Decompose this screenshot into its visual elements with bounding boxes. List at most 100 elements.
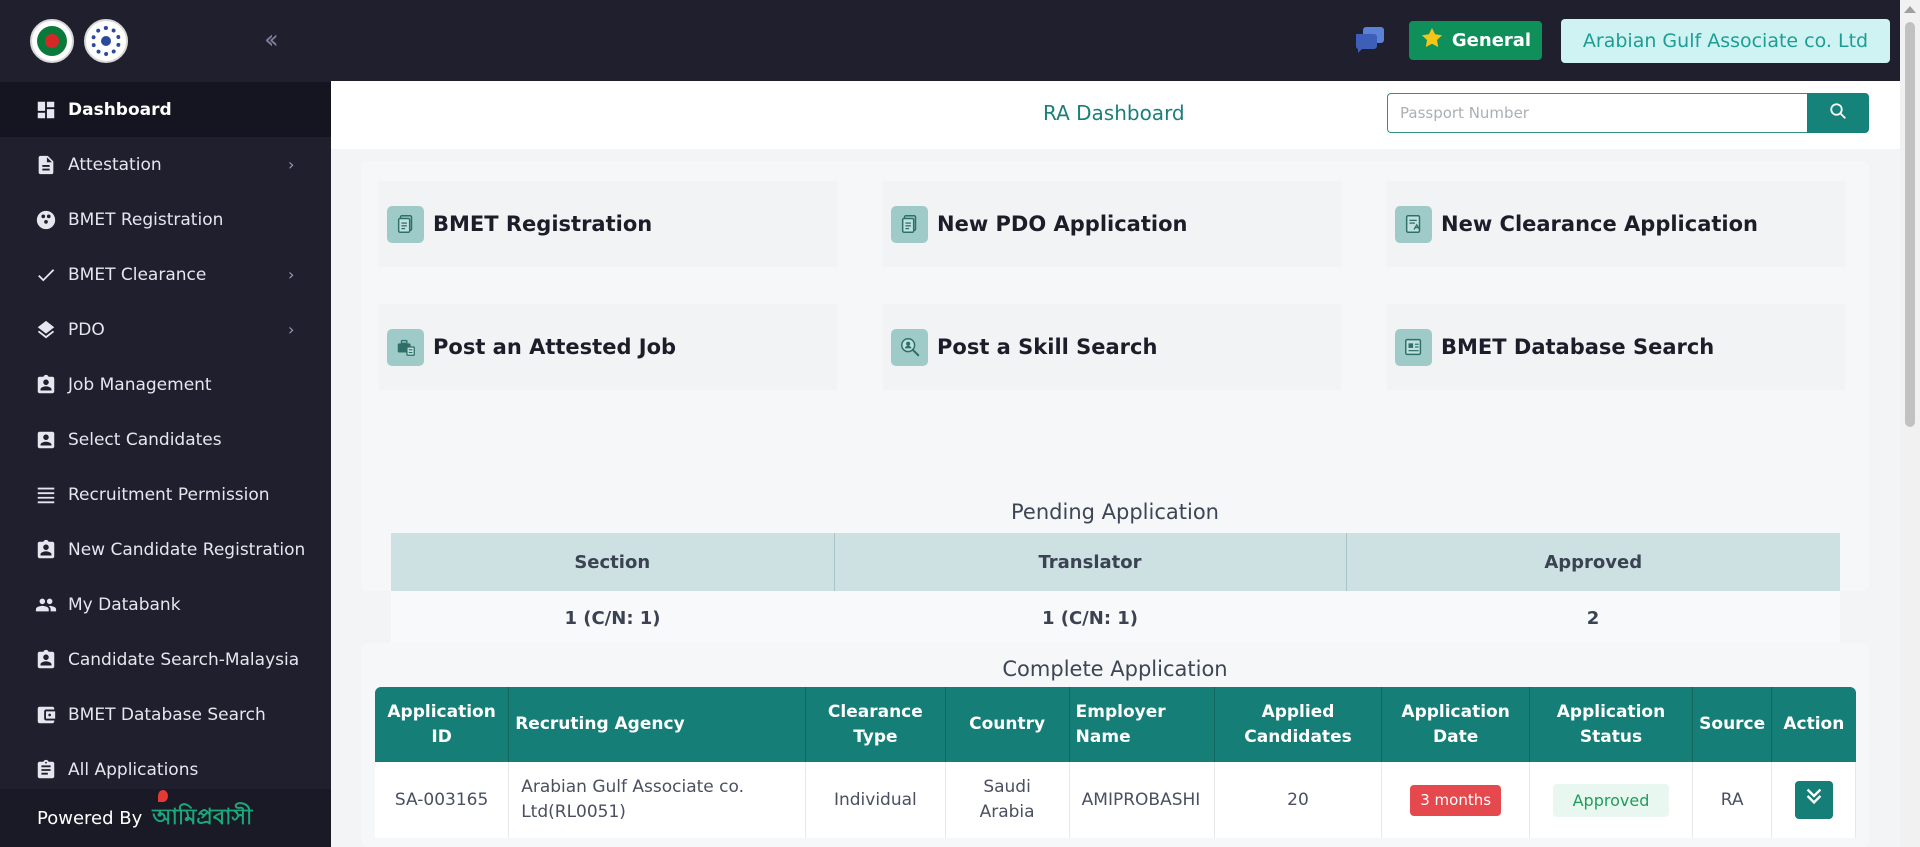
collapse-sidebar-icon[interactable]: ‹‹: [264, 26, 279, 54]
pending-col-translator: Translator: [834, 533, 1347, 591]
magnify-person-icon: [891, 328, 928, 366]
id-badge-icon: [34, 538, 58, 562]
col-application-date: Application Date: [1381, 687, 1530, 762]
sidebar: ‹‹ Dashboard Attestation › BMET Registra…: [0, 0, 331, 847]
cell-action: [1771, 762, 1856, 838]
quick-action-label: New PDO Application: [937, 212, 1188, 236]
col-action: Action: [1771, 687, 1856, 762]
quick-actions-card: BMET Registration New PDO Application Ne…: [361, 161, 1869, 645]
star-icon: [1420, 26, 1444, 55]
application-date-badge: 3 months: [1410, 784, 1502, 816]
wallet-icon: [34, 703, 58, 727]
cell-employer-name: AMIPROBASHI: [1069, 762, 1215, 838]
quick-action-new-pdo-application[interactable]: New PDO Application: [883, 181, 1341, 267]
cell-application-status: Approved: [1529, 762, 1694, 838]
search-button[interactable]: [1807, 93, 1869, 133]
document-signature-icon: [1395, 205, 1432, 243]
id-badge-icon: [34, 373, 58, 397]
general-category-badge[interactable]: General: [1409, 21, 1542, 60]
sidebar-item-job-management[interactable]: Job Management: [0, 357, 331, 412]
document-icon: [34, 153, 58, 177]
quick-action-label: Post an Attested Job: [433, 335, 677, 359]
quick-action-bmet-registration[interactable]: BMET Registration: [379, 181, 837, 267]
sidebar-logos: ‹‹: [0, 0, 331, 82]
cell-country: Saudi Arabia: [945, 762, 1070, 838]
pending-section-value[interactable]: 1 (C/N: 1): [391, 591, 834, 645]
quick-action-label: Post a Skill Search: [937, 335, 1158, 359]
page-scrollbar[interactable]: [1900, 0, 1920, 847]
col-applied-candidates: Applied Candidates: [1214, 687, 1383, 762]
bowling-ball-icon: [34, 208, 58, 232]
layers-icon: [34, 318, 58, 342]
sidebar-item-recruitment-permission[interactable]: Recruitment Permission: [0, 467, 331, 522]
database-doc-icon: [1395, 328, 1432, 366]
general-badge-label: General: [1451, 30, 1532, 51]
pending-translator-value[interactable]: 1 (C/N: 1): [834, 591, 1346, 645]
sidebar-item-label: Attestation: [68, 154, 162, 175]
sidebar-item-bmet-database-search[interactable]: BMET Database Search: [0, 687, 331, 742]
quick-action-post-skill-search[interactable]: Post a Skill Search: [883, 304, 1341, 390]
cell-application-date: 3 months: [1381, 762, 1530, 838]
sidebar-item-attestation[interactable]: Attestation ›: [0, 137, 331, 192]
sidebar-item-new-candidate-registration[interactable]: New Candidate Registration: [0, 522, 331, 577]
scrollbar-thumb[interactable]: [1905, 22, 1915, 427]
sidebar-item-select-candidates[interactable]: Select Candidates: [0, 412, 331, 467]
cell-source: RA: [1692, 762, 1773, 838]
col-application-status: Application Status: [1529, 687, 1694, 762]
col-application-id: Application ID: [375, 687, 510, 762]
sidebar-item-label: Candidate Search-Malaysia: [68, 649, 300, 670]
chevron-right-icon: ›: [288, 155, 295, 174]
complete-application-card: Complete Application Application ID Recr…: [361, 643, 1869, 847]
account-box-icon: [34, 428, 58, 452]
pending-application-title: Pending Application: [1011, 500, 1219, 524]
sidebar-item-label: BMET Registration: [68, 209, 224, 230]
cell-clearance-type: Individual: [805, 762, 946, 838]
col-recruiting-agency: Recruting Agency: [508, 687, 807, 762]
passport-search-input[interactable]: [1387, 93, 1808, 133]
table-row: SA-003165 Arabian Gulf Associate co. Ltd…: [375, 762, 1856, 838]
topbar: General Arabian Gulf Associate co. Ltd: [331, 0, 1920, 81]
col-clearance-type: Clearance Type: [805, 687, 946, 762]
chat-icon[interactable]: [1354, 25, 1386, 59]
cell-recruiting-agency: Arabian Gulf Associate co. Ltd(RL0051): [508, 762, 807, 838]
bmet-seal-logo-icon: [84, 19, 128, 63]
table-row: 1 (C/N: 1) 1 (C/N: 1) 2: [391, 591, 1840, 645]
col-employer-name: Employer Name: [1069, 687, 1215, 762]
sidebar-item-label: All Applications: [68, 759, 199, 780]
sidebar-item-my-databank[interactable]: My Databank: [0, 577, 331, 632]
quick-action-new-clearance-application[interactable]: New Clearance Application: [1387, 181, 1845, 267]
main-content: RA Dashboard BMET Registration New PDO A…: [331, 81, 1900, 847]
powered-by-label: Powered By: [37, 807, 143, 829]
amiprobashi-logo[interactable]: আমিপ্রবাসী: [152, 789, 253, 837]
sidebar-item-pdo[interactable]: PDO ›: [0, 302, 331, 357]
sidebar-item-bmet-registration[interactable]: BMET Registration: [0, 192, 331, 247]
sidebar-item-label: Recruitment Permission: [68, 484, 270, 505]
agency-name-label: Arabian Gulf Associate co. Ltd: [1582, 30, 1869, 52]
sidebar-item-bmet-clearance[interactable]: BMET Clearance ›: [0, 247, 331, 302]
scroll-up-arrow-icon[interactable]: [1904, 6, 1916, 13]
double-chevron-down-icon: [1803, 785, 1825, 815]
document-copy-icon: [387, 205, 424, 243]
quick-action-label: BMET Database Search: [1441, 335, 1715, 359]
pending-col-approved: Approved: [1346, 533, 1840, 591]
quick-action-label: New Clearance Application: [1441, 212, 1758, 236]
list-lines-icon: [34, 483, 58, 507]
sidebar-item-label: New Candidate Registration: [68, 539, 306, 560]
amiprobashi-logo-text: আমিপ্রবাসী: [152, 803, 253, 830]
sidebar-item-label: My Databank: [68, 594, 181, 615]
chevron-right-icon: ›: [288, 320, 295, 339]
agency-name-badge[interactable]: Arabian Gulf Associate co. Ltd: [1561, 19, 1890, 63]
pending-application-table: Section Translator Approved 1 (C/N: 1) 1…: [391, 533, 1840, 645]
quick-action-post-attested-job[interactable]: Post an Attested Job: [379, 304, 837, 390]
sidebar-item-candidate-search-malaysia[interactable]: Candidate Search-Malaysia: [0, 632, 331, 687]
clipboard-icon: [34, 758, 58, 782]
checkmark-icon: [34, 263, 58, 287]
quick-action-bmet-database-search[interactable]: BMET Database Search: [1387, 304, 1845, 390]
dashboard-icon: [34, 98, 58, 122]
powered-by: Powered By আমিপ্রবাসী: [0, 789, 331, 847]
cell-application-id: SA-003165: [375, 762, 510, 838]
sidebar-item-dashboard[interactable]: Dashboard: [0, 82, 331, 137]
pending-approved-value[interactable]: 2: [1346, 591, 1840, 645]
sidebar-item-label: Job Management: [68, 374, 212, 395]
expand-row-button[interactable]: [1794, 781, 1833, 819]
